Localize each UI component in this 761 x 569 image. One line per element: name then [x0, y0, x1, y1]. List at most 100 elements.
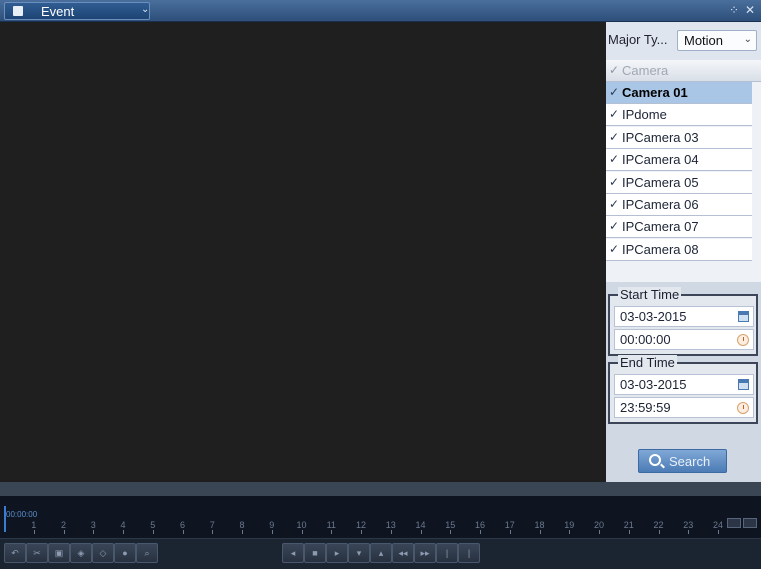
camera-list-item[interactable]: ✓ IPCamera 08 [606, 238, 752, 261]
stop-icon[interactable]: ■ [304, 543, 326, 563]
title-bar: Event ⌄ ⁘ ✕ [0, 0, 761, 22]
zoom-icon[interactable]: ⌕ [136, 543, 158, 563]
timeline-tick [63, 530, 65, 534]
camera-list-item[interactable]: ✓ IPCamera 06 [606, 194, 752, 216]
major-type-value: Motion [684, 33, 724, 48]
timeline-hour-label: 16 [474, 520, 485, 530]
timeline-hour-label: 21 [623, 520, 634, 530]
checkbox-icon[interactable]: ✓ [609, 198, 621, 210]
lock-icon[interactable]: ● [114, 543, 136, 563]
start-time-group: Start Time 03-03-2015 00:00:00 [608, 287, 758, 356]
timeline-tick [123, 530, 124, 534]
timeline-tick [301, 530, 303, 534]
slow-icon[interactable]: ▾ [348, 543, 370, 563]
camera-list-item[interactable]: ✓ Camera 01 [606, 82, 752, 104]
timeline-hour-label: 17 [504, 520, 515, 530]
checkbox-icon[interactable]: ✓ [609, 108, 621, 120]
camera-list-item[interactable]: ✓ IPCamera 05 [606, 171, 752, 194]
custom-tag-icon[interactable]: ◇ [92, 543, 114, 563]
camera-label: IPCamera 07 [622, 219, 699, 235]
timeline-tick [33, 530, 35, 534]
calendar-icon[interactable] [738, 311, 749, 322]
next-icon[interactable]: ▸▸ [414, 543, 436, 563]
search-button[interactable]: Search [638, 449, 727, 473]
major-type-select[interactable]: Motion ⌄ [677, 30, 757, 51]
end-date-field[interactable]: 03-03-2015 [614, 374, 754, 395]
timeline-hour-label: 2 [60, 520, 66, 530]
timeline-tick [628, 530, 630, 534]
next-segment-icon[interactable]: | [458, 543, 480, 563]
timeline-hour-label: 19 [564, 520, 575, 530]
prev-segment-icon[interactable]: | [436, 543, 458, 563]
clock-icon[interactable] [737, 402, 749, 414]
fast-icon[interactable]: ▴ [370, 543, 392, 563]
timeline-bar[interactable]: 00:00:00 1 2 3 4 5 6 7 8 9 10 11 12 13 14 15 16 17 18 19 20… [0, 496, 761, 538]
start-time-legend: Start Time [618, 287, 682, 302]
checkbox-icon[interactable]: ✓ [609, 220, 621, 232]
search-panel: Major Ty... Motion ⌄ ✓ Camera ✓ Camera 01… [606, 22, 761, 482]
playback-mode-label: Event [41, 4, 75, 19]
timeline-tick [599, 530, 600, 534]
camera-select-all[interactable]: ✓ Camera [606, 60, 761, 82]
timeline-hour-label: 22 [653, 520, 664, 530]
start-time-field[interactable]: 00:00:00 [614, 329, 754, 350]
timeline-tick [212, 530, 214, 534]
checkbox-icon[interactable]: ✓ [609, 131, 621, 143]
save-clip-icon[interactable]: ▣ [48, 543, 70, 563]
timeline-hour-label: 3 [90, 520, 96, 530]
timeline-hour-label: 12 [355, 520, 366, 530]
camera-list-item[interactable]: ✓ IPCamera 03 [606, 126, 752, 149]
timeline-tick [688, 530, 690, 534]
playback-mode-select[interactable]: Event ⌄ [4, 2, 150, 20]
play-icon[interactable]: ▸ [326, 543, 348, 563]
timeline-hour-label: 5 [150, 520, 156, 530]
camera-label: IPCamera 03 [622, 129, 699, 145]
end-time-value: 23:59:59 [620, 400, 671, 415]
close-icon[interactable]: ✕ [743, 3, 757, 17]
zoom-in-icon[interactable] [727, 518, 741, 528]
start-time-value: 00:00:00 [620, 332, 671, 347]
start-date-field[interactable]: 03-03-2015 [614, 306, 754, 327]
camera-label: IPCamera 06 [622, 197, 699, 212]
timeline-hour-label: 23 [683, 520, 694, 530]
restore-icon[interactable]: ⁘ [727, 3, 741, 17]
clock-icon[interactable] [737, 334, 749, 346]
timeline-start-label: 00:00:00 [6, 510, 38, 519]
cut-icon[interactable]: ✂ [26, 543, 48, 563]
timeline-tick [271, 530, 273, 534]
previous-icon[interactable]: ◂◂ [392, 543, 414, 563]
timeline-tick [658, 530, 660, 534]
end-time-field[interactable]: 23:59:59 [614, 397, 754, 418]
checkbox-icon[interactable]: ✓ [609, 176, 621, 188]
timeline-hour-label: 9 [269, 520, 275, 530]
tag-icon[interactable]: ◈ [70, 543, 92, 563]
timeline-hour-label: 6 [179, 520, 185, 530]
camera-list: ✓ Camera ✓ Camera 01 ✓ IPdome ✓ IPCamera 03 ✓ I… [606, 60, 761, 282]
timeline-hour-label: 10 [296, 520, 307, 530]
timeline-hour-label: 8 [239, 520, 245, 530]
calendar-icon[interactable] [738, 379, 749, 390]
checkbox-icon[interactable]: ✓ [609, 243, 621, 255]
video-display[interactable] [0, 22, 606, 482]
zoom-out-icon[interactable] [743, 518, 757, 528]
timeline-tick [420, 530, 422, 534]
camera-list-item[interactable]: ✓ IPdome [606, 104, 752, 127]
timeline-tick [539, 530, 541, 534]
timeline-hour-label: 4 [120, 520, 126, 530]
timeline-hour-label: 11 [326, 520, 336, 530]
camera-label: IPCamera 04 [622, 152, 699, 168]
timeline-tick [718, 530, 719, 534]
camera-label: IPCamera 08 [622, 241, 699, 257]
checkbox-icon[interactable]: ✓ [609, 86, 621, 98]
timeline-tick [480, 530, 481, 534]
checkbox-icon[interactable]: ✓ [609, 153, 621, 165]
timeline-hour-label: 14 [415, 520, 426, 530]
reverse-play-icon[interactable]: ◂ [282, 543, 304, 563]
undo-icon[interactable]: ↶ [4, 543, 26, 563]
timeline-tick [93, 530, 95, 534]
camera-list-item[interactable]: ✓ IPCamera 07 [606, 216, 752, 239]
status-strip [0, 482, 761, 496]
timeline-hour-label: 1 [31, 520, 37, 530]
camera-header-label: Camera [622, 63, 669, 78]
camera-list-item[interactable]: ✓ IPCamera 04 [606, 149, 752, 172]
